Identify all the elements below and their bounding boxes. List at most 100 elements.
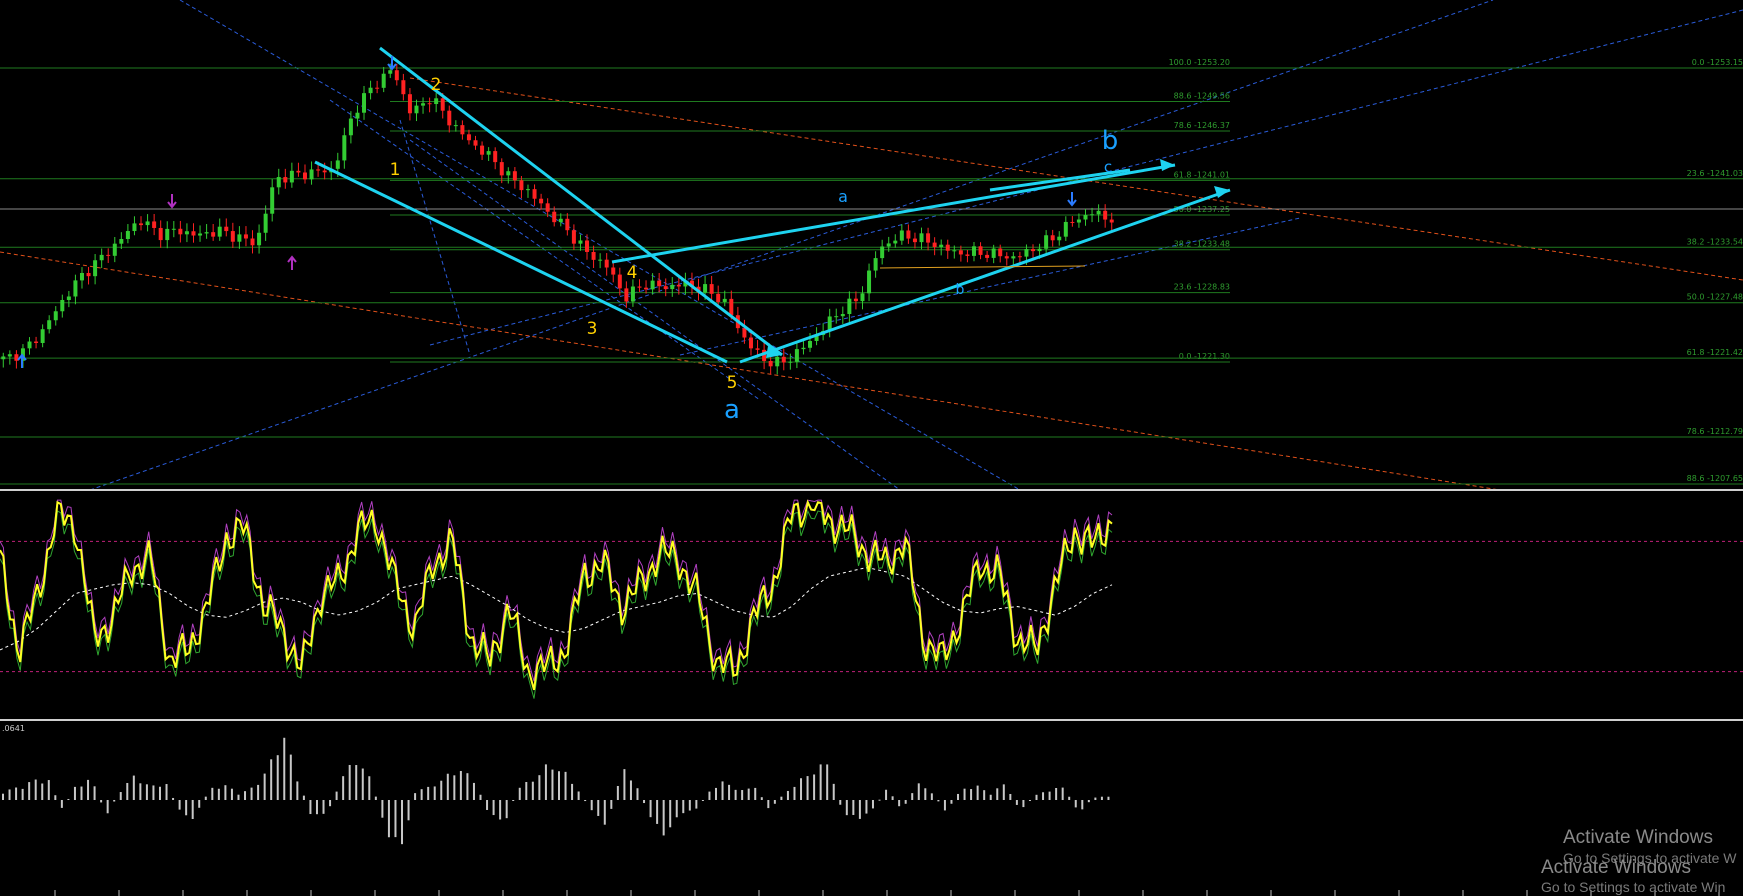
histogram-bar — [636, 788, 639, 800]
histogram-bar — [584, 800, 587, 802]
candle-body — [381, 73, 386, 88]
histogram-bar — [512, 800, 515, 802]
candle-body — [958, 250, 963, 255]
histogram-bar — [54, 795, 57, 800]
candle-body — [112, 243, 117, 256]
candle-body — [427, 103, 432, 105]
candle-body — [237, 234, 242, 242]
candle-body — [676, 284, 681, 287]
histogram-bar — [970, 789, 973, 800]
histogram-scale-label: .0641 — [2, 724, 25, 733]
candle-body — [342, 135, 347, 161]
histogram-bar — [2, 793, 4, 800]
histogram-bar — [1087, 800, 1090, 803]
histogram-bar — [1009, 793, 1012, 800]
histogram-bar — [551, 769, 554, 800]
histogram-bar — [898, 800, 901, 807]
candle-body — [211, 232, 216, 237]
candle-body — [663, 286, 668, 290]
candle-body — [755, 348, 760, 350]
candle-body — [66, 296, 71, 300]
histogram-bar — [21, 788, 24, 800]
histogram-bar — [741, 790, 744, 800]
candle-body — [368, 87, 373, 94]
candle-body — [493, 151, 498, 163]
candle-body — [499, 162, 504, 176]
candle-body — [788, 361, 793, 363]
candle-body — [978, 246, 983, 255]
trading-chart[interactable]: 100.0 -1253.20 88.6 -1249.56 78.6 -1246.37… — [0, 0, 1743, 896]
candle-body — [224, 226, 229, 232]
candle-body — [302, 172, 307, 180]
candle-body — [453, 125, 458, 127]
histogram-bar — [446, 773, 449, 800]
candle-body — [466, 134, 471, 141]
histogram-bar — [472, 782, 475, 800]
candle-body — [132, 223, 137, 232]
histogram-bar — [302, 795, 305, 800]
candle-body — [1063, 221, 1068, 237]
candle-body — [394, 70, 399, 81]
candle-body — [775, 356, 780, 367]
histogram-bar — [244, 791, 247, 800]
oscillator-panel — [0, 499, 1743, 699]
histogram-bar — [963, 788, 966, 800]
histogram-bar — [132, 775, 135, 800]
candle-body — [1, 356, 6, 360]
histogram-bar — [904, 800, 907, 804]
candle-body — [158, 227, 163, 241]
histogram-bar — [623, 769, 626, 800]
candle-body — [657, 280, 662, 287]
candle-body — [283, 177, 288, 183]
histogram-bar — [126, 782, 129, 800]
candle-body — [191, 231, 196, 236]
histogram-bar — [924, 788, 927, 800]
fib-level-label: 78.6 -1246.37 — [1174, 121, 1230, 130]
support-line — [879, 265, 1086, 269]
candle-body — [729, 298, 734, 316]
histogram-bar — [315, 800, 318, 815]
time-axis — [54, 890, 1720, 896]
histogram-bar — [629, 780, 632, 800]
histogram-bar — [1048, 791, 1051, 800]
activate-windows-watermark: Activate Windows Go to Settings to activ… — [1541, 827, 1737, 895]
histogram-bar — [989, 794, 992, 800]
candle-body — [644, 287, 649, 290]
candle-body — [230, 231, 235, 242]
histogram-bar — [139, 783, 142, 800]
candle-body — [519, 180, 524, 191]
histogram-bar — [878, 799, 881, 801]
wave-label: 1 — [390, 160, 401, 180]
histogram-bar — [230, 788, 233, 800]
candle-body — [53, 311, 58, 321]
histogram-bar — [73, 786, 76, 800]
candle-body — [440, 98, 445, 111]
candle-body — [335, 160, 340, 169]
histogram-bar — [67, 798, 70, 800]
histogram-bar — [420, 789, 423, 800]
histogram-bar — [597, 800, 600, 816]
wave-label: 2 — [431, 75, 442, 95]
candle-body — [801, 347, 806, 350]
histogram-bar — [610, 800, 613, 809]
candle-body — [617, 274, 622, 289]
candle-body — [611, 267, 616, 275]
candle-body — [565, 218, 570, 231]
candle-body — [1057, 236, 1062, 241]
candle-body — [571, 230, 576, 244]
candle-body — [598, 259, 603, 261]
histogram-bar — [466, 773, 469, 800]
candle-body — [991, 248, 996, 258]
histogram-bar — [87, 779, 90, 800]
candle-body — [945, 244, 950, 251]
histogram-bar — [217, 788, 220, 800]
histogram-bar — [1081, 800, 1084, 810]
candle-body — [401, 80, 406, 95]
fib-level-label: 0.0 -1221.30 — [1179, 352, 1230, 361]
candle-body — [79, 272, 84, 281]
candle-body — [578, 240, 583, 244]
candle-body — [460, 125, 465, 135]
candle-body — [1096, 210, 1101, 215]
histogram-bar — [930, 793, 933, 800]
histogram-bar — [662, 800, 665, 836]
